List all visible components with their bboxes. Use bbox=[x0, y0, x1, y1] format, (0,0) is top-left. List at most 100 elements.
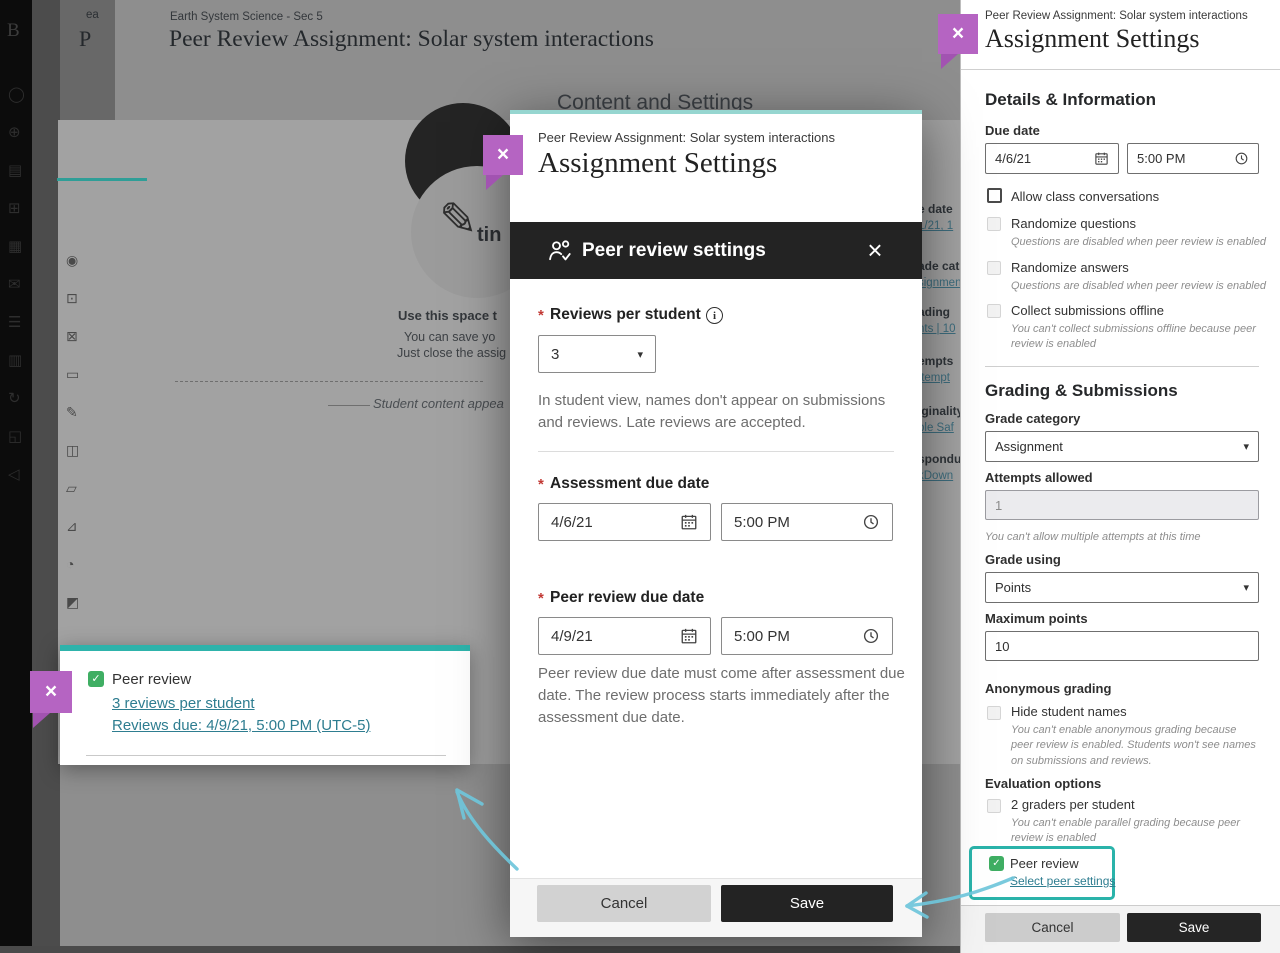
bg-grade-category-value: signmen bbox=[918, 273, 961, 291]
arrow-to-summary-card bbox=[457, 792, 517, 869]
modal-divider bbox=[538, 451, 894, 452]
grade-category-label: Grade category bbox=[985, 411, 1080, 426]
hide-student-names-note: You can't enable anonymous grading becau… bbox=[1011, 723, 1261, 769]
sign-out-icon: ◁ bbox=[8, 465, 20, 483]
fragment-label: iginality bbox=[918, 404, 963, 418]
dashed-divider bbox=[175, 381, 483, 382]
close-icon[interactable]: × bbox=[483, 135, 523, 175]
attempts-note: You can't allow multiple attempts at thi… bbox=[985, 530, 1200, 545]
hero-text-line2-fragment: Just close the assig bbox=[397, 346, 506, 360]
clock-icon bbox=[862, 627, 880, 645]
reviews-per-student-link[interactable]: 3 reviews per student bbox=[112, 695, 255, 712]
global-nav-sidebar: B ◯ ⊕ ▤ ⊞ ▦ ✉ ☰ ▥ ↻ ◱ ◁ bbox=[0, 0, 32, 953]
randomize-answers-label: Randomize answers bbox=[1011, 260, 1129, 275]
peer-review-note: Peer review due date must come after ass… bbox=[538, 663, 914, 729]
collect-offline-label: Collect submissions offline bbox=[1011, 303, 1164, 318]
due-time-input[interactable]: 5:00 PM bbox=[1127, 143, 1259, 174]
fragment-link: kDown bbox=[918, 470, 953, 482]
peer-review-checkbox[interactable]: ✓ bbox=[88, 671, 104, 687]
ruler-icon: ⊿ bbox=[66, 518, 78, 535]
books-icon: ▥ bbox=[8, 351, 22, 369]
grade-using-value: Points bbox=[995, 580, 1031, 595]
grade-category-select[interactable]: Assignment ▾ bbox=[985, 431, 1259, 462]
peer-review-label: Peer review bbox=[1010, 856, 1079, 871]
info-icon[interactable]: i bbox=[706, 307, 723, 324]
close-icon[interactable]: × bbox=[938, 14, 978, 54]
evaluation-options-heading: Evaluation options bbox=[985, 776, 1101, 791]
grade-using-select[interactable]: Points ▾ bbox=[985, 572, 1259, 603]
calendar-icon bbox=[1094, 151, 1109, 166]
randomize-answers-note: Questions are disabled when peer review … bbox=[1011, 279, 1266, 294]
hide-student-names-checkbox bbox=[987, 706, 1001, 720]
collect-offline-note: You can't collect submissions offline be… bbox=[1011, 322, 1256, 353]
chevron-down-icon: ▾ bbox=[1243, 581, 1249, 594]
blackboard-logo: B bbox=[7, 20, 20, 42]
bg-due-date-value: 1/21, 1 bbox=[918, 216, 953, 234]
fragment-label: e date bbox=[918, 202, 953, 216]
due-date-label: Due date bbox=[985, 123, 1040, 138]
groups-icon: ⊞ bbox=[8, 199, 21, 217]
pages-icon: ▤ bbox=[8, 161, 22, 179]
frame-icon: ▱ bbox=[66, 480, 77, 497]
dimmed-side-strip bbox=[32, 0, 60, 953]
search-icon: ◉ bbox=[66, 252, 78, 269]
reviews-note: In student view, names don't appear on s… bbox=[538, 390, 910, 434]
grade-category-value: Assignment bbox=[995, 439, 1063, 454]
peer-time-input[interactable]: 5:00 PM bbox=[721, 617, 893, 655]
assessment-time-input[interactable]: 5:00 PM bbox=[721, 503, 893, 541]
details-information-heading: Details & Information bbox=[985, 90, 1156, 110]
peer-review-due-date-label: Peer review due date bbox=[550, 589, 704, 607]
panel-title: Assignment Settings bbox=[985, 24, 1200, 54]
required-marker: * bbox=[538, 307, 544, 324]
peer-review-checkbox[interactable]: ✓ bbox=[989, 856, 1004, 871]
grade-using-label: Grade using bbox=[985, 552, 1061, 567]
cancel-button[interactable]: Cancel bbox=[537, 885, 711, 922]
page-title: Peer Review Assignment: Solar system int… bbox=[169, 26, 654, 53]
cancel-button[interactable]: Cancel bbox=[985, 913, 1120, 942]
bg-respondus-value: kDown bbox=[918, 466, 953, 484]
tools-icon: ◱ bbox=[8, 427, 22, 445]
collect-offline-checkbox bbox=[987, 304, 1001, 318]
hide-student-names-label: Hide student names bbox=[1011, 704, 1127, 719]
panel-context-title: Peer Review Assignment: Solar system int… bbox=[985, 10, 1248, 22]
maximum-points-input[interactable]: 10 bbox=[985, 631, 1259, 661]
required-marker: * bbox=[538, 476, 544, 493]
due-date-input[interactable]: 4/6/21 bbox=[985, 143, 1119, 174]
peer-review-icon bbox=[546, 237, 574, 265]
assessment-date-input[interactable]: 4/6/21 bbox=[538, 503, 711, 541]
close-icon[interactable]: × bbox=[30, 671, 72, 713]
modal-context-title: Peer Review Assignment: Solar system int… bbox=[538, 130, 835, 145]
save-button[interactable]: Save bbox=[721, 885, 893, 922]
active-tab-underline bbox=[57, 178, 147, 181]
pencil-icon: ✎ bbox=[66, 404, 78, 421]
select-peer-settings-link[interactable]: Select peer settings bbox=[1010, 874, 1115, 888]
close-icon[interactable]: × bbox=[858, 222, 892, 279]
clipboard-icon: ◫ bbox=[66, 442, 79, 459]
fragment-link: ble Saf bbox=[918, 422, 954, 434]
bottom-edge-strip bbox=[0, 946, 960, 953]
modal-title: Assignment Settings bbox=[538, 147, 777, 180]
peer-review-highlight-box bbox=[969, 846, 1115, 900]
save-button[interactable]: Save bbox=[1127, 913, 1261, 942]
allow-conversations-checkbox[interactable] bbox=[987, 188, 1002, 203]
history-icon: ↻ bbox=[8, 389, 21, 407]
peer-date-value: 4/9/21 bbox=[551, 628, 593, 645]
mail-icon: ✉ bbox=[8, 275, 21, 293]
bg-grading-value: nts | 10 bbox=[918, 319, 956, 337]
fragment-label: ading bbox=[918, 305, 950, 319]
app-window: B ◯ ⊕ ▤ ⊞ ▦ ✉ ☰ ▥ ↻ ◱ ◁ ea P Earth Syste… bbox=[0, 0, 1280, 953]
chevron-down-icon: ▾ bbox=[637, 348, 643, 361]
bg-attempts-value: ttempt bbox=[918, 368, 950, 386]
maximum-points-label: Maximum points bbox=[985, 611, 1088, 626]
peer-date-input[interactable]: 4/9/21 bbox=[538, 617, 711, 655]
reviews-per-student-select[interactable]: 3 ▾ bbox=[538, 335, 656, 373]
attempts-allowed-input: 1 bbox=[985, 490, 1259, 520]
reviews-due-link[interactable]: Reviews due: 4/9/21, 5:00 PM (UTC-5) bbox=[112, 717, 370, 734]
anonymous-grading-heading: Anonymous grading bbox=[985, 681, 1111, 696]
randomize-questions-note: Questions are disabled when peer review … bbox=[1011, 235, 1266, 250]
lock-icon: ⊠ bbox=[66, 328, 78, 345]
calendar-icon: ▦ bbox=[8, 237, 22, 255]
clock-icon bbox=[1234, 151, 1249, 166]
chevron-down-icon: ▾ bbox=[1243, 440, 1249, 453]
two-graders-checkbox bbox=[987, 799, 1001, 813]
